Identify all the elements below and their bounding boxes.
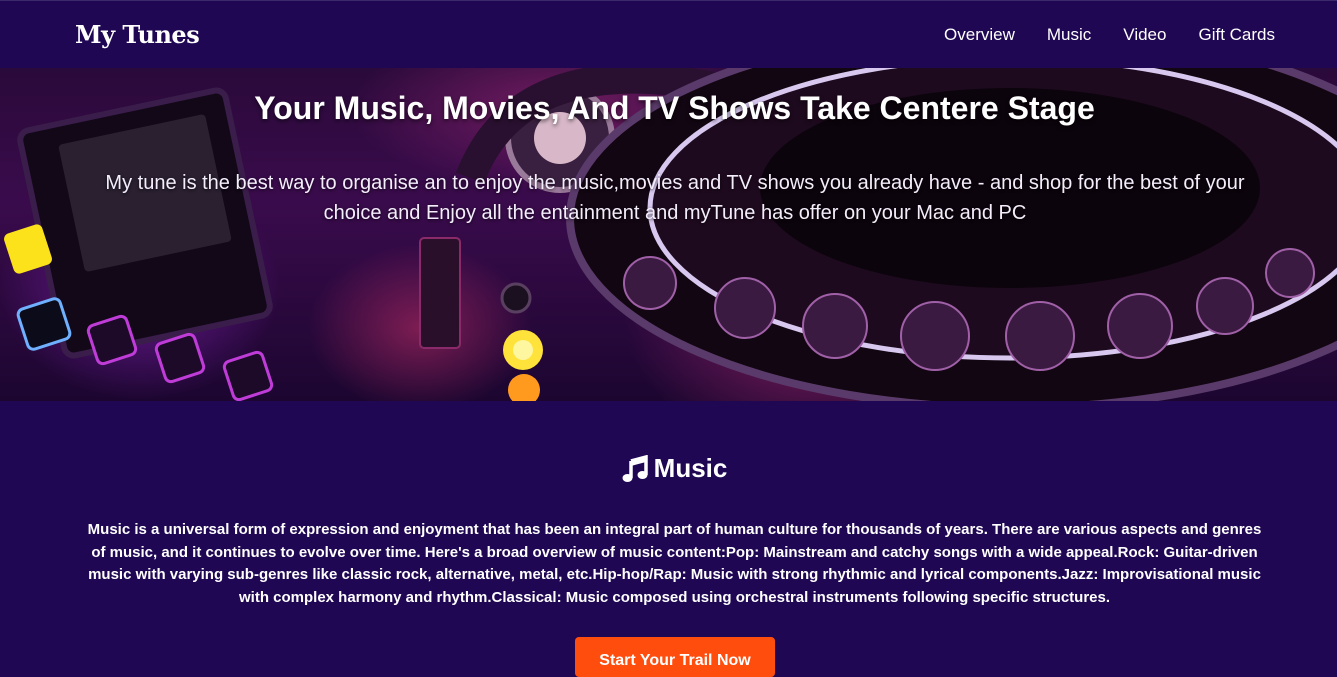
brand-logo[interactable]: My Tunes bbox=[75, 20, 200, 49]
music-section: Music Music is a universal form of expre… bbox=[0, 401, 1337, 677]
nav-link-video[interactable]: Video bbox=[1123, 25, 1166, 45]
start-trial-button[interactable]: Start Your Trail Now bbox=[575, 637, 775, 677]
nav-links: Overview Music Video Gift Cards bbox=[912, 25, 1275, 45]
nav-link-gift-cards[interactable]: Gift Cards bbox=[1198, 25, 1275, 45]
nav-link-music[interactable]: Music bbox=[1047, 25, 1091, 45]
music-heading: Music bbox=[0, 453, 1337, 484]
music-heading-label: Music bbox=[653, 453, 728, 483]
music-description: Music is a universal form of expression … bbox=[87, 521, 1262, 606]
nav-link-overview[interactable]: Overview bbox=[944, 25, 1015, 45]
hero-banner: Your Music, Movies, And TV Shows Take Ce… bbox=[0, 68, 1337, 401]
hero-description: My tune is the best way to organise an t… bbox=[105, 172, 1245, 224]
navbar: My Tunes Overview Music Video Gift Cards bbox=[0, 0, 1337, 68]
music-note-icon bbox=[622, 454, 648, 482]
hero-title: Your Music, Movies, And TV Shows Take Ce… bbox=[254, 90, 1095, 126]
